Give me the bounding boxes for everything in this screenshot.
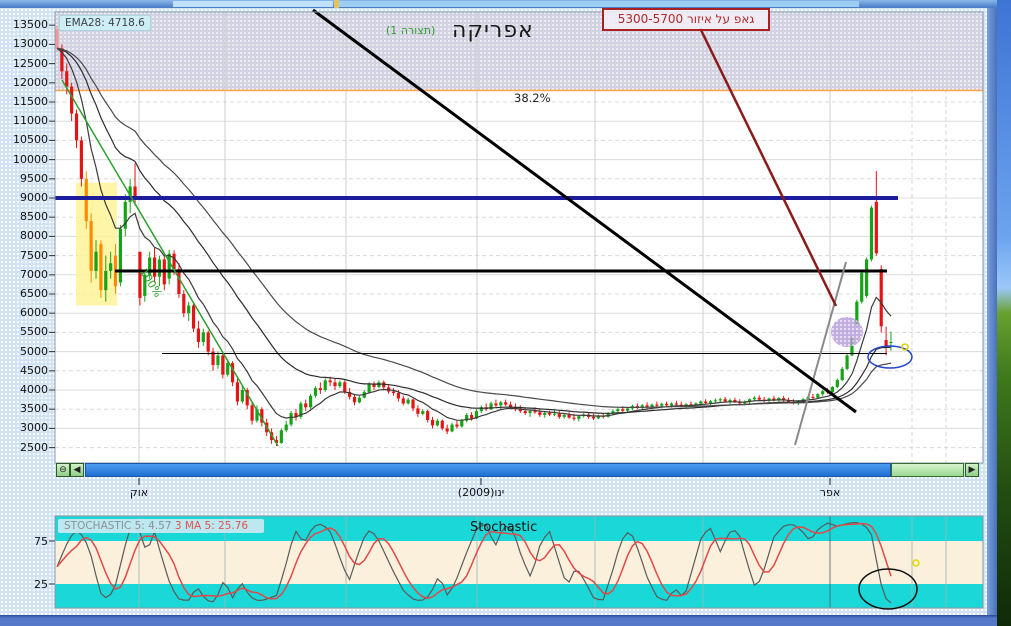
stochastic-title: Stochastic xyxy=(470,520,538,535)
desktop-wallpaper xyxy=(997,0,1011,626)
scroll-left-button[interactable]: ◀ xyxy=(70,463,84,477)
price-axis-label: 11500 xyxy=(13,95,48,108)
price-axis-label: 10000 xyxy=(13,152,48,166)
window-bottom-border xyxy=(0,615,997,626)
price-axis-label: 3000 xyxy=(20,421,48,435)
scroll-right-button[interactable]: ▶ xyxy=(965,463,979,477)
price-axis-label: 7000 xyxy=(20,267,48,281)
price-axis-label: 9500 xyxy=(20,171,48,185)
time-axis-label: אפר xyxy=(819,486,841,499)
price-axis-label: 9000 xyxy=(20,191,48,204)
scroll-right-icon: ▶ xyxy=(968,465,976,475)
price-axis-label: 12000 xyxy=(13,75,48,89)
scroll-left-icon: ◀ xyxy=(73,465,81,475)
zoom-out-button[interactable]: ⊖ xyxy=(56,463,70,477)
price-axis-label: 6500 xyxy=(20,287,48,300)
price-axis-label: 13500 xyxy=(13,18,48,32)
time-axis-label: ינו(2009) xyxy=(457,486,505,499)
price-axis-label: 8000 xyxy=(20,229,48,243)
price-axis-label: 4000 xyxy=(20,383,48,396)
price-axis-label: 12500 xyxy=(13,56,48,70)
scrollbar-thumb[interactable] xyxy=(891,463,964,477)
ema-legend: EMA28: 4718.6 xyxy=(59,15,151,31)
window-top-bar xyxy=(0,0,997,8)
price-axis-label: 8500 xyxy=(20,210,48,224)
price-axis-label: 10500 xyxy=(13,133,48,147)
price-axis-label: 5500 xyxy=(20,325,48,339)
price-axis-label: 2500 xyxy=(20,440,48,454)
price-axis-label: 6000 xyxy=(20,306,48,320)
chart-scrollbar[interactable]: ⊖ ◀ ▶ xyxy=(55,463,980,477)
stochastic-d-legend: 3 MA 5: 25.76 xyxy=(174,520,249,532)
price-axis-label: 5000 xyxy=(20,344,48,358)
price-axis-label: 11000 xyxy=(13,114,48,128)
gap-annotation: גאפ על איזור 5300-5700 xyxy=(602,8,770,31)
config-label: (תצורה 1) xyxy=(386,24,436,37)
zoom-out-icon: ⊖ xyxy=(59,465,67,475)
time-axis-label: אוק xyxy=(129,486,149,499)
price-axis-label: 7500 xyxy=(20,248,48,262)
trading-app-window: EMA28: 4718.6 (תצורה 1) אפריקה גאפ על אי… xyxy=(0,0,1011,626)
price-axis-label: 3500 xyxy=(20,402,48,416)
stochastic-k-legend: STOCHASTIC 5: 4.57 xyxy=(64,520,172,532)
stochastic-legend: STOCHASTIC 5: 4.57 3 MA 5: 25.76 xyxy=(58,519,265,533)
window-right-border xyxy=(987,0,997,626)
stochastic-level-25: 25 xyxy=(34,578,48,591)
price-axis-label: 4500 xyxy=(20,363,48,377)
price-axis-label: 13000 xyxy=(13,37,48,51)
top-bar-tab xyxy=(173,1,333,7)
top-bar-tab xyxy=(339,1,859,7)
chart-title: אפריקה xyxy=(452,18,534,43)
scrollbar-track[interactable] xyxy=(85,463,891,477)
stochastic-level-75: 75 xyxy=(34,535,48,548)
fib-382-label: 38.2% xyxy=(514,91,551,105)
